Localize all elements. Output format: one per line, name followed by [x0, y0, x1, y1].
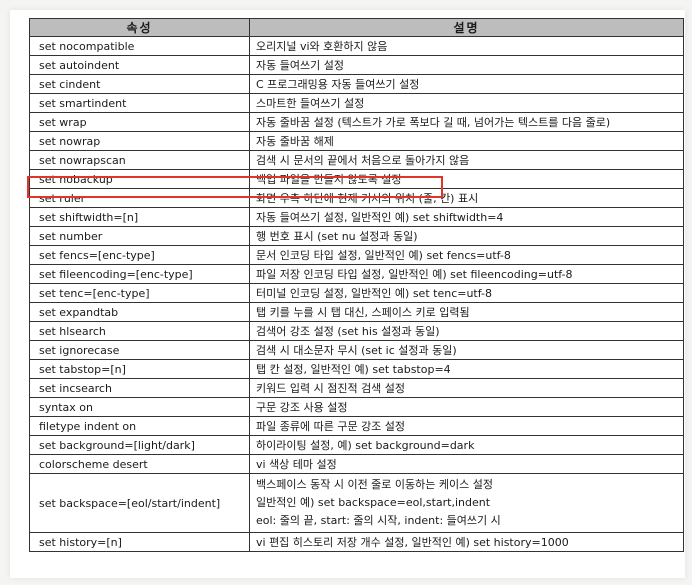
table-row: set number 행 번호 표시 (set nu 설정과 동일): [29, 226, 684, 246]
document-frame: 속성 설명 set nocompatible 오리지널 vi와 호환하지 않음 se…: [10, 10, 685, 578]
description-cell: 검색 시 대소문자 무시 (set ic 설정과 동일): [249, 340, 684, 360]
description-cell: 탭 키를 누를 시 탭 대신, 스페이스 키로 입력됨: [249, 302, 684, 322]
table-row: set nowrap 자동 줄바꿈 해제: [29, 131, 684, 151]
table-row: set background=[light/dark] 하이라이팅 설정, 예) …: [29, 435, 684, 455]
table-row: filetype indent on 파일 종류에 따른 구문 강조 설정: [29, 416, 684, 436]
table-row: set cindent C 프로그래밍용 자동 들여쓰기 설정: [29, 74, 684, 94]
table-row: set autoindent 자동 들여쓰기 설정: [29, 55, 684, 75]
attribute-cell: set fencs=[enc-type]: [29, 245, 250, 265]
header-description: 설명: [249, 18, 684, 37]
attribute-cell: set ruler: [29, 188, 250, 208]
attribute-cell: set backspace=[eol/start/indent]: [29, 473, 250, 533]
description-cell: 화면 우측 하단에 현재 커서의 위치 (줄, 칸) 표시: [249, 188, 684, 208]
description-cell: 검색어 강조 설정 (set his 설정과 동일): [249, 321, 684, 341]
table-row: set hlsearch 검색어 강조 설정 (set his 설정과 동일): [29, 321, 684, 341]
description-cell: 파일 저장 인코딩 타입 설정, 일반적인 예) set fileencodin…: [249, 264, 684, 284]
description-cell: 탭 칸 설정, 일반적인 예) set tabstop=4: [249, 359, 684, 379]
attribute-cell: set shiftwidth=[n]: [29, 207, 250, 227]
table-row: syntax on 구문 강조 사용 설정: [29, 397, 684, 417]
table-row: set fileencoding=[enc-type] 파일 저장 인코딩 타입 …: [29, 264, 684, 284]
table-row: set ruler 화면 우측 하단에 현재 커서의 위치 (줄, 칸) 표시: [29, 188, 684, 208]
table-row: set backspace=[eol/start/indent] 백스페이스 동작…: [29, 473, 684, 533]
attribute-cell: set background=[light/dark]: [29, 435, 250, 455]
description-cell: 행 번호 표시 (set nu 설정과 동일): [249, 226, 684, 246]
attribute-cell: set wrap: [29, 112, 250, 132]
description-cell: 자동 줄바꿈 해제: [249, 131, 684, 151]
description-cell: 파일 종류에 따른 구문 강조 설정: [249, 416, 684, 436]
attribute-cell: colorscheme desert: [29, 454, 250, 474]
table-row: set smartindent 스마트한 들여쓰기 설정: [29, 93, 684, 113]
table-row: set nowrapscan 검색 시 문서의 끝에서 처음으로 돌아가지 않음: [29, 150, 684, 170]
attribute-cell: filetype indent on: [29, 416, 250, 436]
attribute-cell: set nowrapscan: [29, 150, 250, 170]
description-cell: 백업 파일을 만들지 않도록 설정: [249, 169, 684, 189]
description-line: eol: 줄의 끝, start: 줄의 시작, indent: 들여쓰기 시: [256, 514, 501, 527]
table-row: set ignorecase 검색 시 대소문자 무시 (set ic 설정과 동…: [29, 340, 684, 360]
attribute-cell: set incsearch: [29, 378, 250, 398]
description-cell: 스마트한 들여쓰기 설정: [249, 93, 684, 113]
attribute-cell: set ignorecase: [29, 340, 250, 360]
attribute-cell: set nobackup: [29, 169, 250, 189]
table-row: colorscheme desert vi 색상 테마 설정: [29, 454, 684, 474]
description-cell: 백스페이스 동작 시 이전 줄로 이동하는 케이스 설정일반적인 예) set …: [249, 473, 684, 533]
table-row: set incsearch 키워드 입력 시 점진적 검색 설정: [29, 378, 684, 398]
description-cell: C 프로그래밍용 자동 들여쓰기 설정: [249, 74, 684, 94]
description-cell: 자동 들여쓰기 설정, 일반적인 예) set shiftwidth=4: [249, 207, 684, 227]
attribute-cell: set nowrap: [29, 131, 250, 151]
attribute-cell: syntax on: [29, 397, 250, 417]
attribute-cell: set number: [29, 226, 250, 246]
description-line: 백스페이스 동작 시 이전 줄로 이동하는 케이스 설정: [256, 478, 493, 491]
attribute-cell: set smartindent: [29, 93, 250, 113]
attribute-cell: set nocompatible: [29, 36, 250, 56]
attribute-cell: set hlsearch: [29, 321, 250, 341]
description-cell: vi 편집 히스토리 저장 개수 설정, 일반적인 예) set history…: [249, 532, 684, 552]
description-cell: 오리지널 vi와 호환하지 않음: [249, 36, 684, 56]
table-row: set expandtab 탭 키를 누를 시 탭 대신, 스페이스 키로 입력됨: [29, 302, 684, 322]
attribute-cell: set autoindent: [29, 55, 250, 75]
table-row: set wrap 자동 줄바꿈 설정 (텍스트가 가로 폭보다 길 때, 넘어가는…: [29, 112, 684, 132]
table-row: set history=[n] vi 편집 히스토리 저장 개수 설정, 일반적인…: [29, 532, 684, 552]
table-row: set tenc=[enc-type] 터미널 인코딩 설정, 일반적인 예) s…: [29, 283, 684, 303]
description-cell: 자동 줄바꿈 설정 (텍스트가 가로 폭보다 길 때, 넘어가는 텍스트를 다음…: [249, 112, 684, 132]
description-cell: 자동 들여쓰기 설정: [249, 55, 684, 75]
table-row: set nocompatible 오리지널 vi와 호환하지 않음: [29, 36, 684, 56]
table-row: set nobackup 백업 파일을 만들지 않도록 설정: [29, 169, 684, 189]
description-cell: 터미널 인코딩 설정, 일반적인 예) set tenc=utf-8: [249, 283, 684, 303]
description-cell: 검색 시 문서의 끝에서 처음으로 돌아가지 않음: [249, 150, 684, 170]
description-cell: 키워드 입력 시 점진적 검색 설정: [249, 378, 684, 398]
table-row: set shiftwidth=[n] 자동 들여쓰기 설정, 일반적인 예) se…: [29, 207, 684, 227]
description-cell: vi 색상 테마 설정: [249, 454, 684, 474]
attribute-cell: set expandtab: [29, 302, 250, 322]
attribute-cell: set history=[n]: [29, 532, 250, 552]
table-row: set fencs=[enc-type] 문서 인코딩 타입 설정, 일반적인 예…: [29, 245, 684, 265]
table-row: set tabstop=[n] 탭 칸 설정, 일반적인 예) set tabst…: [29, 359, 684, 379]
table-header-row: 속성 설명: [29, 18, 684, 37]
description-cell: 하이라이팅 설정, 예) set background=dark: [249, 435, 684, 455]
attribute-cell: set cindent: [29, 74, 250, 94]
header-attribute: 속성: [29, 18, 250, 37]
description-cell: 구문 강조 사용 설정: [249, 397, 684, 417]
attribute-cell: set fileencoding=[enc-type]: [29, 264, 250, 284]
description-cell: 문서 인코딩 타입 설정, 일반적인 예) set fencs=utf-8: [249, 245, 684, 265]
vim-options-table: 속성 설명 set nocompatible 오리지널 vi와 호환하지 않음 se…: [29, 18, 684, 552]
attribute-cell: set tenc=[enc-type]: [29, 283, 250, 303]
table-body: set nocompatible 오리지널 vi와 호환하지 않음 set auto…: [29, 36, 684, 552]
description-line: 일반적인 예) set backspace=eol,start,indent: [256, 496, 491, 509]
attribute-cell: set tabstop=[n]: [29, 359, 250, 379]
